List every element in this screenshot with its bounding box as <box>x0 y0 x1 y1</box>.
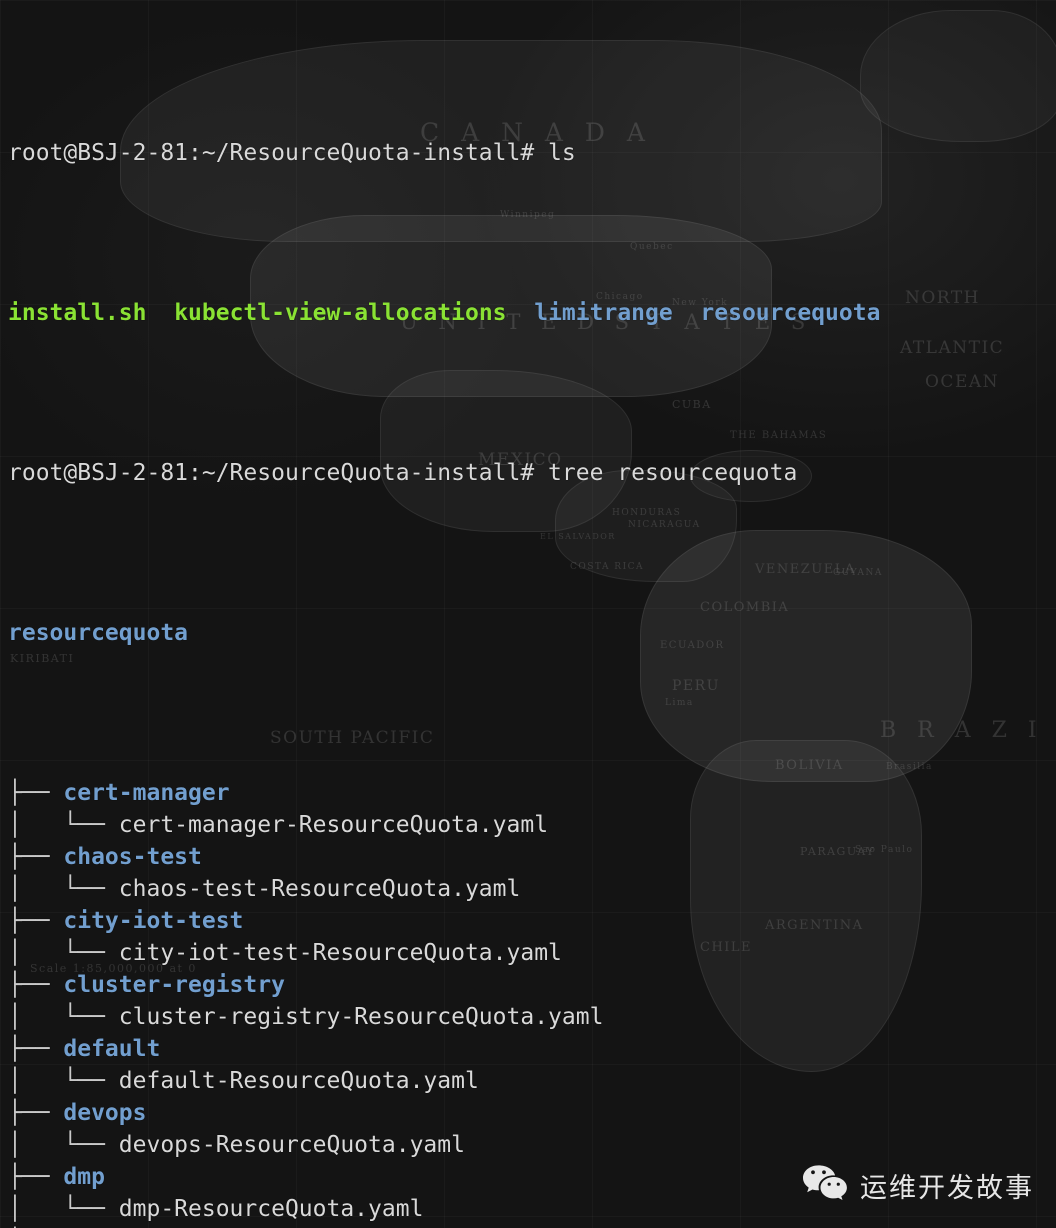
tree-branch-glyph: ├── <box>8 1100 64 1126</box>
tree-branch-glyph: ├── <box>8 844 64 870</box>
shell-prompt: root@BSJ-2-81:~/ResourceQuota-install# <box>8 460 549 486</box>
tree-dir-row: ├── dmp <box>8 1161 1056 1193</box>
tree-branch-glyph: ├── <box>8 1036 64 1062</box>
shell-prompt: root@BSJ-2-81:~/ResourceQuota-install# <box>8 140 549 166</box>
tree-branch-glyph: │ └── <box>8 940 119 966</box>
command-line-tree: root@BSJ-2-81:~/ResourceQuota-install# t… <box>8 457 1056 489</box>
command-text: tree resourcequota <box>548 460 798 486</box>
ls-output-row: install.sh kubectl-view-allocations limi… <box>8 297 1056 329</box>
tree-file-name[interactable]: dmp-ResourceQuota.yaml <box>119 1196 424 1222</box>
ls-gap <box>146 300 174 326</box>
command-line-ls: root@BSJ-2-81:~/ResourceQuota-install# l… <box>8 137 1056 169</box>
tree-directory-name[interactable]: chaos-test <box>63 844 201 870</box>
tree-directory-name[interactable]: cert-manager <box>63 780 229 806</box>
tree-branch-glyph: │ └── <box>8 812 119 838</box>
tree-dir-row: ├── chaos-test <box>8 841 1056 873</box>
tree-dir-row: ├── city-iot-test <box>8 905 1056 937</box>
tree-branch-glyph: │ └── <box>8 1196 119 1222</box>
tree-dir-row: ├── devops <box>8 1097 1056 1129</box>
ls-gap <box>673 300 701 326</box>
tree-root: resourcequota <box>8 617 1056 649</box>
tree-branch-glyph: │ └── <box>8 1068 119 1094</box>
tree-branch-glyph: ├── <box>8 908 64 934</box>
ls-gap <box>507 300 535 326</box>
tree-directory-name[interactable]: default <box>63 1036 160 1062</box>
tree-branch-glyph: │ └── <box>8 1004 119 1030</box>
tree-node-list: ├── cert-manager │ └── cert-manager-Resou… <box>8 777 1056 1228</box>
tree-directory-name[interactable]: dmp <box>63 1164 105 1190</box>
tree-branch-glyph: │ └── <box>8 1132 119 1158</box>
tree-file-row: │ └── chaos-test-ResourceQuota.yaml <box>8 873 1056 905</box>
tree-branch-glyph: ├── <box>8 972 64 998</box>
tree-file-row: │ └── devops-ResourceQuota.yaml <box>8 1129 1056 1161</box>
tree-file-name[interactable]: cluster-registry-ResourceQuota.yaml <box>119 1004 604 1030</box>
command-text: ls <box>548 140 576 166</box>
tree-branch-glyph: ├── <box>8 780 64 806</box>
tree-dir-row: ├── cert-manager <box>8 777 1056 809</box>
terminal-window: C A N A D AU N I T E D S T A T E S MEXICO… <box>0 0 1056 1228</box>
tree-directory-name[interactable]: devops <box>63 1100 146 1126</box>
ls-entry-install-sh[interactable]: install.sh <box>8 300 146 326</box>
terminal-output[interactable]: root@BSJ-2-81:~/ResourceQuota-install# l… <box>0 0 1056 1228</box>
tree-file-row: │ └── cert-manager-ResourceQuota.yaml <box>8 809 1056 841</box>
tree-directory-name[interactable]: cluster-registry <box>63 972 285 998</box>
ls-entry-resourcequota[interactable]: resourcequota <box>700 300 880 326</box>
tree-branch-glyph: │ └── <box>8 876 119 902</box>
tree-file-row: │ └── cluster-registry-ResourceQuota.yam… <box>8 1001 1056 1033</box>
tree-directory-name[interactable]: city-iot-test <box>63 908 243 934</box>
ls-entry-kubectl-view-allocations[interactable]: kubectl-view-allocations <box>174 300 506 326</box>
tree-file-row: │ └── dmp-ResourceQuota.yaml <box>8 1193 1056 1225</box>
tree-dir-row: ├── default <box>8 1033 1056 1065</box>
tree-root-label: resourcequota <box>8 620 189 646</box>
tree-file-row: │ └── city-iot-test-ResourceQuota.yaml <box>8 937 1056 969</box>
tree-file-name[interactable]: cert-manager-ResourceQuota.yaml <box>119 812 548 838</box>
tree-branch-glyph: ├── <box>8 1164 64 1190</box>
ls-entry-limitrange[interactable]: limitrange <box>534 300 672 326</box>
tree-file-name[interactable]: default-ResourceQuota.yaml <box>119 1068 479 1094</box>
tree-file-name[interactable]: devops-ResourceQuota.yaml <box>119 1132 465 1158</box>
tree-dir-row: ├── cluster-registry <box>8 969 1056 1001</box>
tree-file-name[interactable]: city-iot-test-ResourceQuota.yaml <box>119 940 562 966</box>
tree-file-row: │ └── default-ResourceQuota.yaml <box>8 1065 1056 1097</box>
tree-file-name[interactable]: chaos-test-ResourceQuota.yaml <box>119 876 521 902</box>
